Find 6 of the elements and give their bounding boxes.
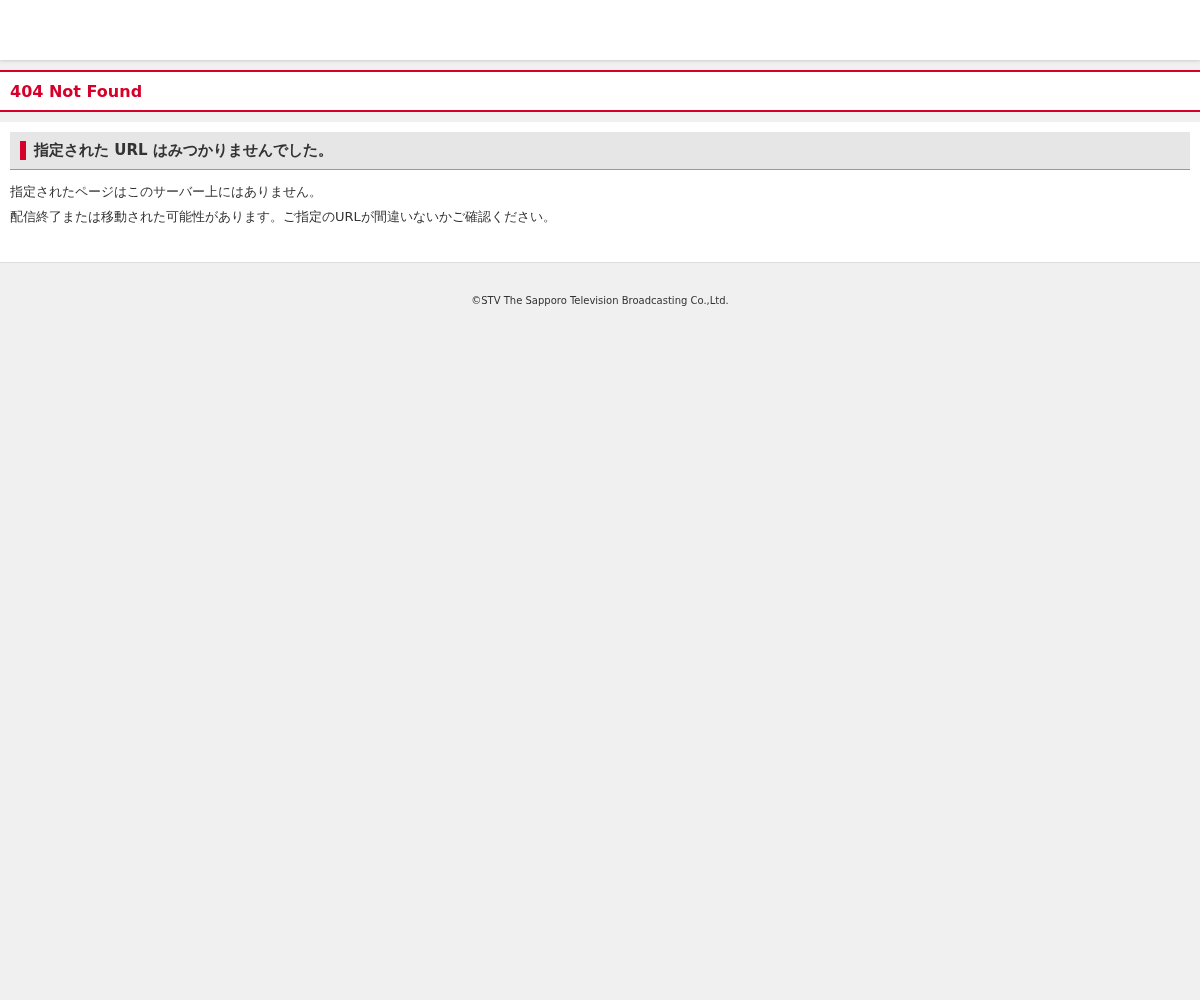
message-text: 指定されたページはこのサーバー上にはありません。 [10,183,323,201]
copyright-text: ©STV The Sapporo Television Broadcasting Co.,Ltd. [471,295,729,306]
message-text: 配信終了または移動された可能性があります。ご指定のURLが間違いないかご確認ください。 [10,208,557,226]
page-title: 404 Not Found [10,81,143,101]
heading-text: 指定された URL はみつかりませんでした。 [34,141,333,160]
heading-marker-icon [20,141,26,160]
